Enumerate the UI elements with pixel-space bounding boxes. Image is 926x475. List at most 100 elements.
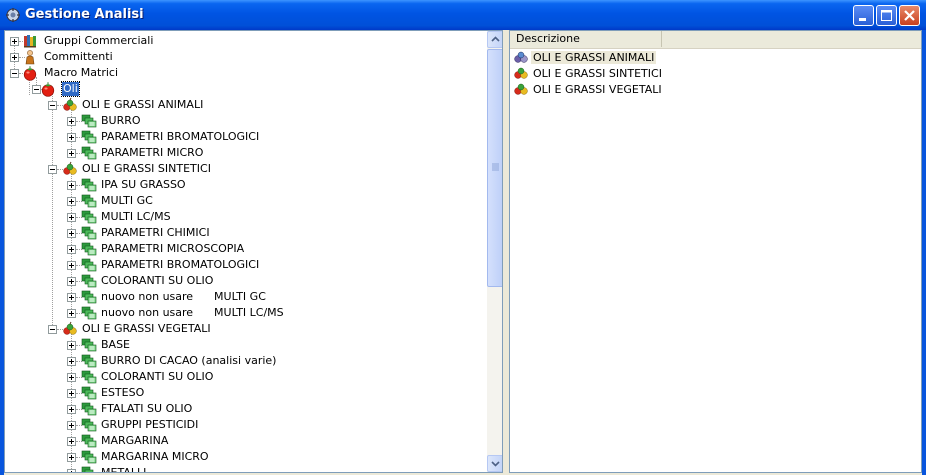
details-list[interactable]: Descrizione OLI E GRASSI ANIMALI OLI E GR…: [509, 30, 922, 473]
collapse-icon[interactable]: [48, 325, 57, 334]
folders-icon: [81, 433, 97, 449]
scroll-thumb[interactable]: [487, 49, 502, 287]
folders-icon: [81, 385, 97, 401]
expand-icon[interactable]: [67, 181, 76, 190]
tree-node-label[interactable]: Gruppi Commerciali: [43, 34, 154, 48]
tree-node-label[interactable]: GRUPPI PESTICIDI: [100, 418, 199, 432]
expand-icon[interactable]: [67, 261, 76, 270]
fruits-icon: [62, 97, 78, 113]
expand-icon[interactable]: [67, 277, 76, 286]
close-icon: [904, 10, 915, 21]
tree-node-label[interactable]: METALLI: [100, 466, 147, 472]
folders-icon: [81, 289, 97, 305]
tree-node-label[interactable]: MARGARINA: [100, 434, 169, 448]
title-bar[interactable]: Gestione Analisi: [0, 0, 926, 30]
tree-node-label[interactable]: BASE: [100, 338, 131, 352]
expand-icon[interactable]: [10, 53, 19, 62]
folders-icon: [81, 209, 97, 225]
list-item-label: OLI E GRASSI SINTETICI: [533, 66, 662, 80]
tree-node-label[interactable]: OLI E GRASSI SINTETICI: [81, 162, 212, 176]
tree-node-label[interactable]: MULTI LC/MS: [100, 210, 172, 224]
tree-node-label[interactable]: Committenti: [43, 50, 114, 64]
maximize-icon: [881, 10, 892, 21]
tree-node-label[interactable]: FTALATI SU OLIO: [100, 402, 193, 416]
minimize-button[interactable]: [853, 5, 874, 26]
folders-icon: [81, 241, 97, 257]
close-button[interactable]: [899, 5, 920, 26]
tree-node-label[interactable]: COLORANTI SU OLIO: [100, 274, 214, 288]
scroll-down-button[interactable]: [487, 455, 502, 472]
folders-icon: [81, 257, 97, 273]
tree-node-label[interactable]: OLI E GRASSI ANIMALI: [81, 98, 204, 112]
expand-icon[interactable]: [67, 357, 76, 366]
list-item[interactable]: OLI E GRASSI ANIMALI: [513, 49, 657, 65]
expand-icon[interactable]: [67, 405, 76, 414]
expand-icon[interactable]: [67, 117, 76, 126]
folders-icon: [81, 145, 97, 161]
scroll-up-button[interactable]: [487, 31, 502, 48]
collapse-icon[interactable]: [48, 101, 57, 110]
tomato-icon: [22, 65, 38, 81]
tree-node-label[interactable]: Macro Matrici: [43, 66, 119, 80]
expand-icon[interactable]: [67, 341, 76, 350]
app-icon: [6, 8, 20, 22]
tree-node-label[interactable]: PARAMETRI CHIMICI: [100, 226, 211, 240]
tree-node-label[interactable]: PARAMETRI MICRO: [100, 146, 204, 160]
collapse-icon[interactable]: [48, 165, 57, 174]
folders-icon: [81, 465, 97, 472]
collapse-icon[interactable]: [10, 69, 19, 78]
list-item-label: OLI E GRASSI ANIMALI: [531, 50, 657, 64]
tree-node-label[interactable]: PARAMETRI BROMATOLOGICI: [100, 258, 260, 272]
expand-icon[interactable]: [67, 149, 76, 158]
tree-node-label[interactable]: nuovo non usare MULTI LC/MS: [100, 306, 285, 320]
tree-node-label[interactable]: ESTESO: [100, 386, 145, 400]
fruits-list-icon: [513, 65, 529, 81]
column-header-descrizione[interactable]: Descrizione: [510, 31, 662, 47]
folders-icon: [81, 113, 97, 129]
expand-icon[interactable]: [67, 469, 76, 472]
tree-node-label[interactable]: COLORANTI SU OLIO: [100, 370, 214, 384]
list-item[interactable]: OLI E GRASSI VEGETALI: [513, 81, 664, 97]
folders-icon: [81, 129, 97, 145]
expand-icon[interactable]: [67, 453, 76, 462]
list-item[interactable]: OLI E GRASSI SINTETICI: [513, 65, 664, 81]
tree-node-label[interactable]: PARAMETRI BROMATOLOGICI: [100, 130, 260, 144]
expand-icon[interactable]: [67, 245, 76, 254]
list-item-label: OLI E GRASSI VEGETALI: [533, 82, 662, 96]
expand-icon[interactable]: [67, 437, 76, 446]
expand-icon[interactable]: [67, 421, 76, 430]
fruits-bw-icon: [513, 49, 529, 65]
expand-icon[interactable]: [67, 213, 76, 222]
tree-node-label[interactable]: OLI E GRASSI VEGETALI: [81, 322, 212, 336]
tree-node-label[interactable]: PARAMETRI MICROSCOPIA: [100, 242, 245, 256]
expand-icon[interactable]: [67, 373, 76, 382]
folders-icon: [81, 449, 97, 465]
folders-icon: [81, 369, 97, 385]
tree-node-label[interactable]: nuovo non usare MULTI GC: [100, 290, 267, 304]
tree-node-label[interactable]: BURRO DI CACAO (analisi varie): [100, 354, 277, 368]
folders-icon: [81, 401, 97, 417]
maximize-button[interactable]: [876, 5, 897, 26]
grip-icon: [492, 163, 499, 171]
tree-node-label[interactable]: MULTI GC: [100, 194, 154, 208]
tree-node-label[interactable]: Oli: [61, 81, 80, 97]
tree-content: Gruppi Commerciali Committenti Macro Matri…: [5, 31, 487, 472]
window-title: Gestione Analisi: [25, 7, 144, 22]
folders-icon: [81, 177, 97, 193]
list-header: Descrizione: [510, 31, 921, 49]
person-icon: [22, 49, 38, 65]
tree-node-label[interactable]: MARGARINA MICRO: [100, 450, 210, 464]
tree-node-label[interactable]: BURRO: [100, 114, 142, 128]
expand-icon[interactable]: [10, 37, 19, 46]
expand-icon[interactable]: [67, 309, 76, 318]
expand-icon[interactable]: [67, 229, 76, 238]
tree-view[interactable]: Gruppi Commerciali Committenti Macro Matri…: [4, 30, 503, 473]
expand-icon[interactable]: [67, 197, 76, 206]
expand-icon[interactable]: [67, 389, 76, 398]
tree-scrollbar[interactable]: [487, 31, 502, 472]
books-icon: [22, 33, 38, 49]
folders-icon: [81, 353, 97, 369]
expand-icon[interactable]: [67, 133, 76, 142]
expand-icon[interactable]: [67, 293, 76, 302]
tree-node-label[interactable]: IPA SU GRASSO: [100, 178, 187, 192]
